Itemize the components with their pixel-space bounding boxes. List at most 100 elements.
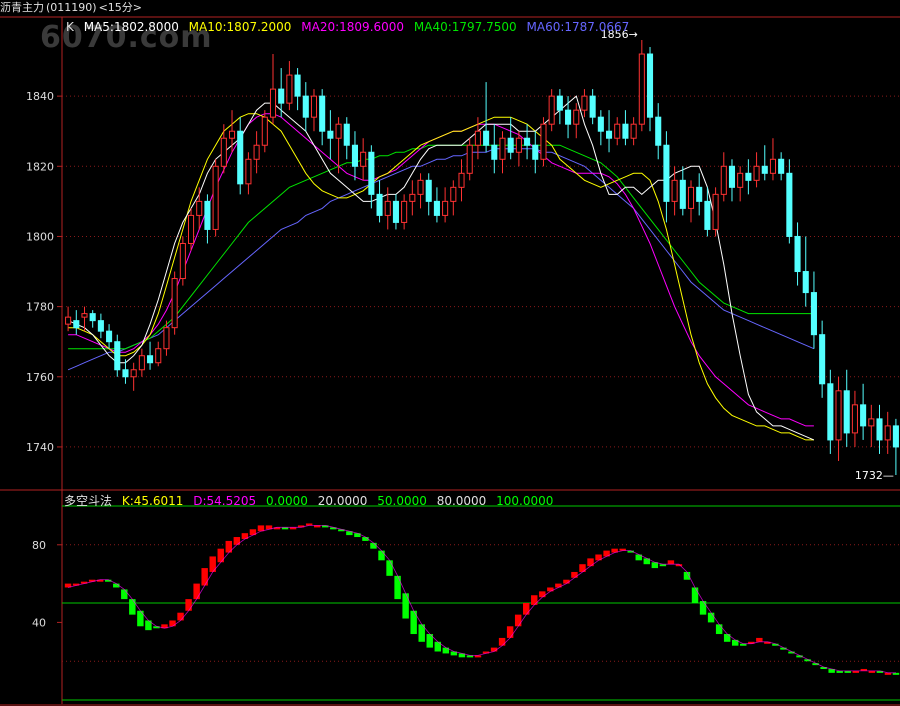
candle-body-up [310,95,318,118]
candle-body-up [253,144,260,160]
candle-body-down [646,53,654,118]
candle-body-down [302,95,309,118]
ma-legend: K MA5:1802.8000 MA10:1807.2000 MA20:1809… [66,20,635,34]
candle-body-down [147,355,154,364]
price-tick-label: 1840 [26,90,54,103]
kd-bar-down [715,624,723,635]
price-axis: 1740 1760 1780 1800 1820 1840 [26,90,62,454]
candle-body-down [392,200,399,223]
candle-body-down [565,109,572,125]
kd-line-50: 50.0000 [377,494,427,508]
candle-body-up [638,53,645,125]
legend-ma10: MA10:1807.2000 [188,20,292,34]
kd-bar-down [386,560,393,576]
candle-body-down [343,123,350,146]
kd-line-0: 0.0000 [265,494,308,508]
candle-body-up [737,172,744,188]
candle-body-up [671,179,678,202]
kd-d-line [67,525,896,674]
candle-body-down [802,271,809,294]
candle-body-up [884,425,891,441]
kd-name: 多空斗法 [64,494,113,508]
candle-body-down [679,179,686,209]
candle-body-up [712,193,719,230]
kd-bar-up [667,560,675,565]
candle-body-up [212,165,219,230]
candle-body-down [376,193,383,216]
candle-body-down [860,404,867,427]
candle-body-down [327,130,334,139]
candle-body-up [835,390,842,441]
candle-body-down [483,130,490,146]
chart-canvas: 174017601780180018201840 1856→1732— 4080 [0,16,900,706]
candle-body-up [130,369,137,378]
kd-bar-up [539,591,546,598]
price-tick-label: 1820 [26,160,54,173]
kd-bar-down [378,550,385,561]
kd-bar-up [756,637,763,642]
kd-bar-up [193,583,200,600]
candle-body-down [106,330,113,343]
kd-bar-up [506,626,514,638]
candle-body-down [655,116,662,146]
kd-bar-down [402,593,409,619]
candle-body-down [294,74,301,97]
candle-body-up [630,123,637,139]
price-tick-label: 1780 [26,301,54,314]
candlesticks [65,40,899,475]
candle-body-up [228,130,236,139]
candle-body-down [810,292,817,336]
candle-body-down [786,172,793,237]
candle-body-down [507,137,514,153]
candle-body-down [114,341,121,371]
candle-body-down [622,123,629,139]
candle-body-up [187,214,195,244]
legend-ma5: MA5:1802.8000 [83,20,179,34]
candle-body-up [458,172,465,188]
price-tick-label: 1800 [26,230,54,243]
kd-bar-up [522,603,530,615]
kd-bar-up [571,571,578,578]
candle-body-down [843,390,850,434]
kd-bar-down [121,589,128,600]
candle-body-down [532,144,539,160]
candle-body-down [524,137,531,146]
candle-body-up [548,95,555,125]
candle-body-up [753,165,760,181]
candle-body-down [761,165,768,174]
candle-body-up [401,200,408,223]
candle-body-up [179,242,186,280]
kd-bar-up [498,637,506,646]
candle-body-down [589,95,596,118]
candle-body-down [827,383,834,441]
legend-k: K [66,20,74,34]
candle-body-up [442,200,449,216]
candle-body-down [89,313,96,322]
price-tick-label: 1740 [26,441,54,454]
candle-body-up [499,137,506,160]
price-grid [62,95,900,448]
candle-body-down [556,95,563,111]
kd-tick-label: 80 [32,539,46,552]
candle-body-down [122,369,129,378]
kd-bar-down [699,601,707,615]
kd-line-100: 100.0000 [496,494,554,508]
candle-body-down [794,235,801,273]
candle-body-up [515,137,522,153]
candle-body-up [245,158,252,185]
candle-body-down [778,158,785,174]
candle-body-up [384,200,391,216]
kd-bar-down [370,542,377,549]
candle-body-down [237,130,244,185]
kd-bar-up [169,620,176,627]
kd-bar-down [129,599,136,615]
kd-tick-label: 40 [32,616,46,629]
kd-bar-up [555,583,562,588]
candle-body-up [155,348,162,364]
candle-body-down [204,200,211,230]
candle-body-down [97,320,104,332]
candle-body-up [450,186,457,202]
candle-body-up [163,327,170,350]
kd-line-80: 80.0000 [436,494,487,508]
candle-body-down [597,116,604,132]
